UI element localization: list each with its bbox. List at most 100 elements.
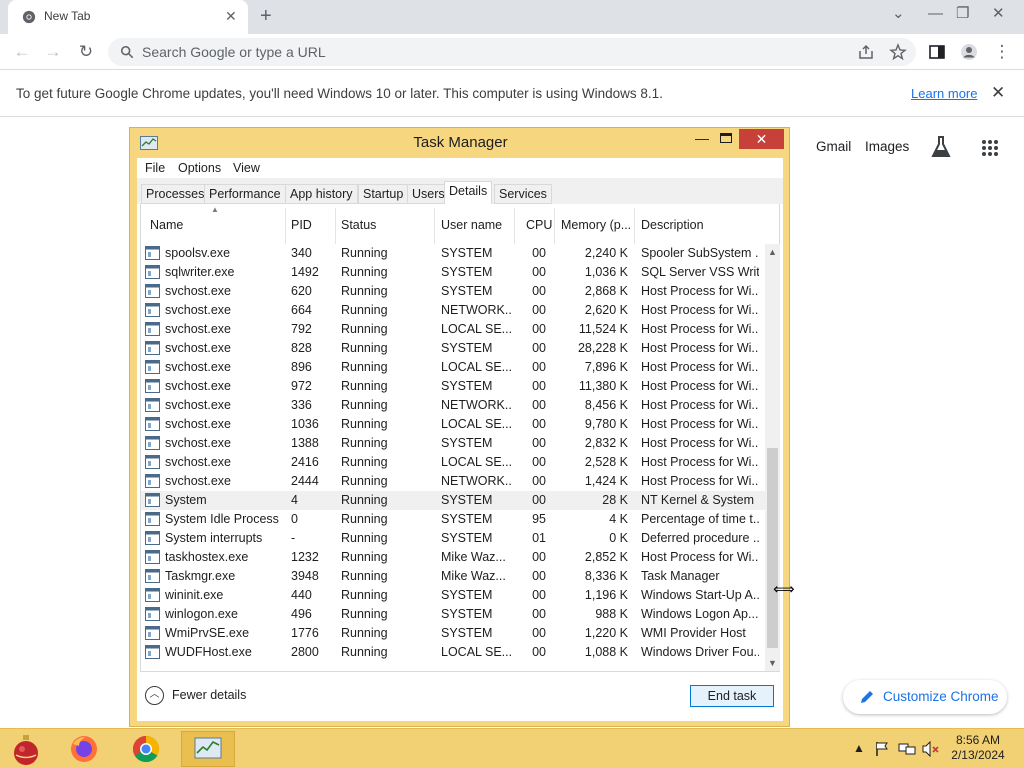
- taskbar-app-task-manager[interactable]: [181, 731, 235, 767]
- taskbar-app-chrome[interactable]: [120, 731, 174, 767]
- customize-chrome-button[interactable]: Customize Chrome: [843, 680, 1007, 714]
- tab-details[interactable]: Details: [444, 181, 493, 205]
- table-row[interactable]: svchost.exe 1388 Running SYSTEM 00 2,832 K Hos…: [141, 434, 765, 453]
- labs-flask-icon[interactable]: [930, 135, 952, 159]
- tab-processes[interactable]: Processes: [141, 184, 210, 204]
- infobar-close-icon[interactable]: ✕: [991, 83, 1005, 103]
- cell-user: NETWORK...: [441, 303, 513, 317]
- table-row[interactable]: winlogon.exe 496 Running SYSTEM 00 988 K Windo…: [141, 605, 765, 624]
- learn-more-link[interactable]: Learn more: [911, 86, 977, 101]
- cell-mem: 9,780 K: [584, 417, 628, 431]
- network-icon[interactable]: [898, 741, 916, 757]
- cell-pid: 0: [291, 512, 298, 526]
- column-divider[interactable]: [335, 208, 336, 244]
- scroll-down-arrow-icon[interactable]: ▼: [765, 655, 780, 671]
- taskbar-app-ornament[interactable]: [0, 731, 54, 767]
- cell-mem: 2,868 K: [584, 284, 628, 298]
- cell-pid: 340: [291, 246, 312, 260]
- cell-status: Running: [341, 398, 388, 412]
- column-divider[interactable]: [554, 208, 555, 244]
- tab-performance[interactable]: Performance: [204, 184, 286, 204]
- minimize-window-button[interactable]: —: [928, 4, 943, 24]
- chrome-menu-icon[interactable]: ⋮: [989, 39, 1015, 65]
- browser-tab-new-tab[interactable]: New Tab ✕: [8, 0, 248, 34]
- scroll-up-arrow-icon[interactable]: ▲: [765, 244, 780, 260]
- apps-grid-icon[interactable]: [981, 139, 999, 157]
- col-memory[interactable]: Memory (p...: [561, 218, 631, 232]
- profile-avatar-icon[interactable]: [960, 43, 978, 61]
- col-description[interactable]: Description: [641, 218, 704, 232]
- process-list-scrollbar[interactable]: ▲ ▼: [765, 244, 780, 671]
- table-row[interactable]: svchost.exe 828 Running SYSTEM 00 28,228 K Hos…: [141, 339, 765, 358]
- table-row[interactable]: WUDFHost.exe 2800 Running LOCAL SE... 00 1,08…: [141, 643, 765, 662]
- table-row[interactable]: svchost.exe 620 Running SYSTEM 00 2,868 K Host…: [141, 282, 765, 301]
- cell-mem: 8,336 K: [584, 569, 628, 583]
- column-divider[interactable]: [285, 208, 286, 244]
- back-button[interactable]: ←: [9, 39, 35, 65]
- taskbar-app-firefox[interactable]: [58, 731, 112, 767]
- forward-button[interactable]: →: [40, 39, 66, 65]
- column-divider[interactable]: [514, 208, 515, 244]
- end-task-button[interactable]: End task: [690, 685, 774, 707]
- menu-options[interactable]: Options: [178, 161, 221, 175]
- new-tab-button[interactable]: +: [260, 4, 272, 28]
- cell-status: Running: [341, 284, 388, 298]
- cell-name: svchost.exe: [165, 322, 232, 336]
- omnibox[interactable]: [108, 38, 916, 66]
- col-name[interactable]: Name: [150, 218, 183, 232]
- table-row[interactable]: Taskmgr.exe 3948 Running Mike Waz... 00 8,336…: [141, 567, 765, 586]
- table-row[interactable]: spoolsv.exe 340 Running SYSTEM 00 2,240 K Spoo…: [141, 244, 765, 263]
- tm-maximize-button[interactable]: [720, 133, 732, 143]
- task-manager-window: Task Manager — ✕ File Options View Proce…: [129, 127, 790, 727]
- col-user-name[interactable]: User name: [441, 218, 502, 232]
- table-row[interactable]: System 4 Running SYSTEM 00 28 K NT Kernel & Sy…: [141, 491, 765, 510]
- column-divider[interactable]: [634, 208, 635, 244]
- tab-app-history[interactable]: App history: [285, 184, 358, 204]
- tm-minimize-button[interactable]: —: [695, 130, 709, 146]
- table-row[interactable]: svchost.exe 896 Running LOCAL SE... 00 7,896 …: [141, 358, 765, 377]
- table-row[interactable]: svchost.exe 792 Running LOCAL SE... 00 11,524…: [141, 320, 765, 339]
- omnibox-input[interactable]: [142, 38, 842, 66]
- tm-close-button[interactable]: ✕: [739, 129, 784, 149]
- table-row[interactable]: svchost.exe 2416 Running LOCAL SE... 00 2,528…: [141, 453, 765, 472]
- table-row[interactable]: svchost.exe 1036 Running LOCAL SE... 00 9,780…: [141, 415, 765, 434]
- show-hidden-icons-icon[interactable]: ▲: [853, 741, 865, 755]
- table-row[interactable]: sqlwriter.exe 1492 Running SYSTEM 00 1,036 K S…: [141, 263, 765, 282]
- close-window-button[interactable]: ✕: [992, 4, 1005, 24]
- tab-search-icon[interactable]: ⌄: [892, 4, 905, 24]
- cell-name: sqlwriter.exe: [165, 265, 235, 279]
- tab-close-icon[interactable]: ✕: [225, 8, 237, 24]
- gmail-link[interactable]: Gmail: [816, 139, 851, 154]
- table-row[interactable]: svchost.exe 336 Running NETWORK... 00 8,456 K…: [141, 396, 765, 415]
- table-row[interactable]: taskhostex.exe 1232 Running Mike Waz... 00 2,…: [141, 548, 765, 567]
- menu-view[interactable]: View: [233, 161, 260, 175]
- table-row[interactable]: WmiPrvSE.exe 1776 Running SYSTEM 00 1,220 K WM…: [141, 624, 765, 643]
- images-link[interactable]: Images: [865, 139, 909, 154]
- table-row[interactable]: svchost.exe 972 Running SYSTEM 00 11,380 K Hos…: [141, 377, 765, 396]
- restore-window-button[interactable]: ❐: [956, 4, 969, 24]
- reload-button[interactable]: ↻: [73, 39, 99, 65]
- table-row[interactable]: svchost.exe 2444 Running NETWORK... 00 1,424 …: [141, 472, 765, 491]
- action-center-flag-icon[interactable]: [874, 741, 890, 757]
- bookmark-star-icon[interactable]: [889, 43, 907, 61]
- table-row[interactable]: System Idle Process 0 Running SYSTEM 95 4 K Pe…: [141, 510, 765, 529]
- cell-name: spoolsv.exe: [165, 246, 231, 260]
- col-cpu[interactable]: CPU: [526, 218, 552, 232]
- table-row[interactable]: svchost.exe 664 Running NETWORK... 00 2,620 K…: [141, 301, 765, 320]
- col-pid[interactable]: PID: [291, 218, 312, 232]
- column-divider[interactable]: [434, 208, 435, 244]
- col-status[interactable]: Status: [341, 218, 376, 232]
- menu-file[interactable]: File: [145, 161, 165, 175]
- share-icon[interactable]: [857, 43, 875, 61]
- taskbar-clock[interactable]: 8:56 AM 2/13/2024: [946, 733, 1010, 763]
- volume-muted-icon[interactable]: [922, 741, 940, 757]
- cell-cpu: 00: [532, 550, 546, 564]
- tab-startup[interactable]: Startup: [358, 184, 409, 204]
- table-row[interactable]: wininit.exe 440 Running SYSTEM 00 1,196 K Wind…: [141, 586, 765, 605]
- tab-services[interactable]: Services: [494, 184, 552, 204]
- side-panel-icon[interactable]: [928, 43, 946, 61]
- scrollbar-thumb[interactable]: [767, 448, 778, 648]
- cell-desc: Deferred procedure ...: [641, 531, 759, 545]
- table-row[interactable]: System interrupts - Running SYSTEM 01 0 K Defe…: [141, 529, 765, 548]
- fewer-details-button[interactable]: ︿ Fewer details: [145, 685, 275, 707]
